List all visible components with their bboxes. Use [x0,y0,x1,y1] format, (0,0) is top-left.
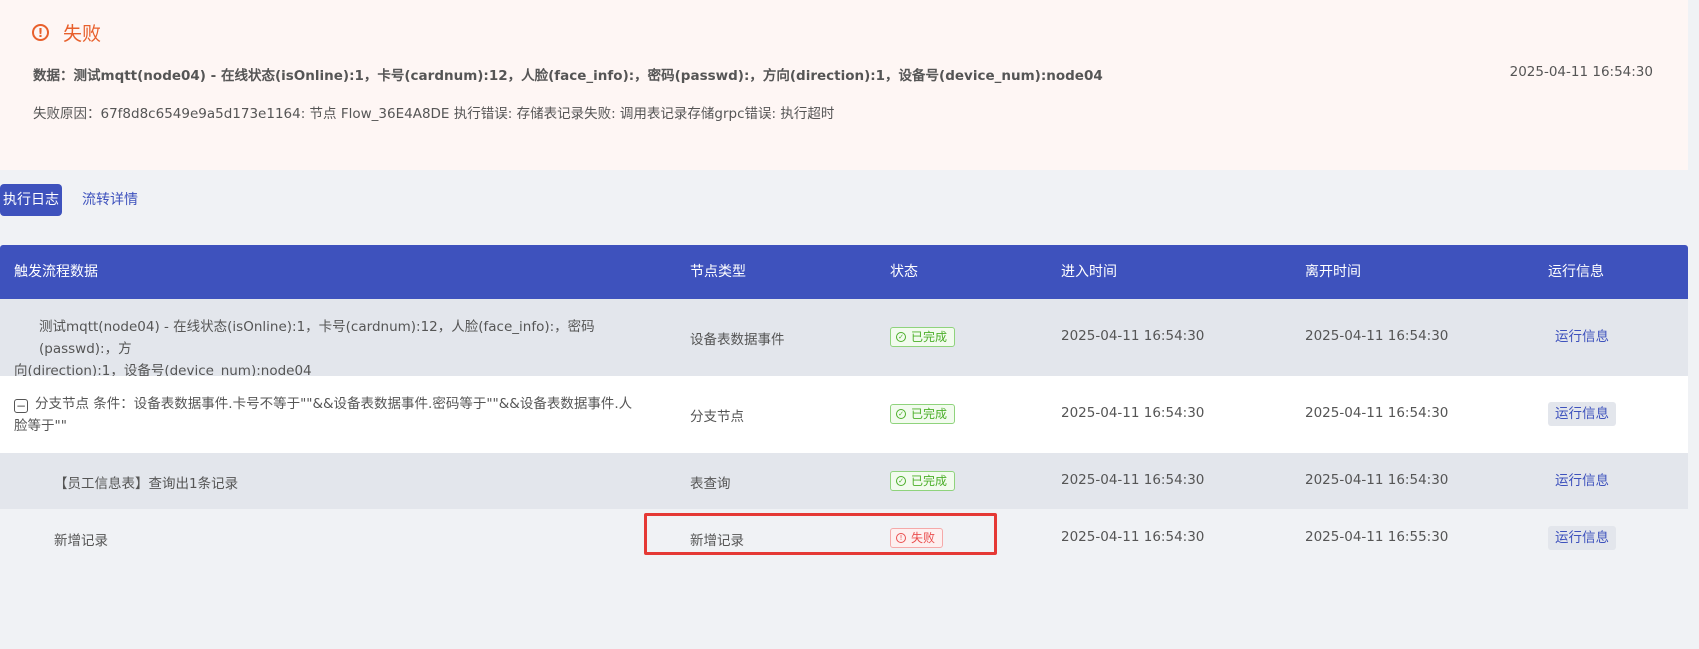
column-header-run-info: 运行信息 [1548,264,1604,280]
leave-time-cell: 2025-04-11 16:54:30 [1305,328,1449,344]
status-text: 已完成 [911,474,948,488]
trigger-data-line: 测试mqtt(node04) - 在线状态(isOnline):1，卡号(car… [39,319,595,357]
node-type-cell: 设备表数据事件 [690,332,785,348]
leave-time-cell: 2025-04-11 16:54:30 [1305,472,1449,488]
tab-execution-log[interactable]: 执行日志 [0,184,62,216]
status-badge: ✓ 已完成 [890,404,956,424]
trigger-data-cell: 【员工信息表】查询出1条记录 [54,476,239,492]
status-badge: ✓ 已完成 [890,471,956,491]
column-header-node-type: 节点类型 [690,264,746,280]
alert-title: 失败 [63,23,102,45]
leave-time-cell: 2025-04-11 16:55:30 [1305,529,1449,545]
run-info-button[interactable]: 运行信息 [1548,325,1616,349]
table-header: 触发流程数据 节点类型 状态 进入时间 离开时间 运行信息 [0,245,1688,299]
table-row: 【员工信息表】查询出1条记录 表查询 ✓ 已完成 2025-04-11 16:5… [0,453,1688,509]
column-header-trigger-data: 触发流程数据 [14,264,98,280]
enter-time-cell: 2025-04-11 16:54:30 [1061,405,1205,421]
node-type-cell: 表查询 [690,476,731,492]
column-header-leave-time: 离开时间 [1305,264,1361,280]
trigger-data-cell: 新增记录 [54,533,108,549]
status-text: 已完成 [911,407,948,421]
column-header-status: 状态 [890,264,918,280]
table-row: 测试mqtt(node04) - 在线状态(isOnline):1，卡号(car… [0,299,1688,379]
enter-time-cell: 2025-04-11 16:54:30 [1061,529,1205,545]
alert-timestamp: 2025-04-11 16:54:30 [1509,64,1653,80]
run-info-button[interactable]: 运行信息 [1548,402,1616,426]
enter-time-cell: 2025-04-11 16:54:30 [1061,328,1205,344]
alert-header: ! 失败 [32,19,101,46]
node-type-cell: 分支节点 [690,409,744,425]
trigger-data-line: − 分支节点 条件：设备表数据事件.卡号不等于""&&设备表数据事件.密码等于""… [14,393,664,415]
run-info-button[interactable]: 运行信息 [1548,526,1616,550]
enter-time-cell: 2025-04-11 16:54:30 [1061,472,1205,488]
status-text: 已完成 [911,330,948,344]
check-circle-icon: ✓ [896,409,906,419]
tab-flow-details[interactable]: 流转详情 [82,184,138,216]
trigger-data-cell: − 分支节点 条件：设备表数据事件.卡号不等于""&&设备表数据事件.密码等于""… [14,393,664,437]
collapse-icon[interactable]: − [14,399,28,413]
alert-failure-reason: 失败原因：67f8d8c6549e9a5d173e1164: 节点 Flow_3… [33,106,835,122]
run-info-button[interactable]: 运行信息 [1548,469,1616,493]
check-circle-icon: ✓ [896,332,906,342]
alert-circle-icon: ! [32,24,49,41]
trigger-data-line: 脸等于"" [14,418,67,434]
table-row: − 分支节点 条件：设备表数据事件.卡号不等于""&&设备表数据事件.密码等于""… [0,376,1688,453]
alert-data-text: 数据：测试mqtt(node04) - 在线状态(isOnline):1，卡号(… [33,68,1103,84]
branch-condition-text: 分支节点 条件：设备表数据事件.卡号不等于""&&设备表数据事件.密码等于""&… [35,396,633,412]
column-header-enter-time: 进入时间 [1061,264,1117,280]
leave-time-cell: 2025-04-11 16:54:30 [1305,405,1449,421]
check-circle-icon: ✓ [896,476,906,486]
trigger-data-cell: 测试mqtt(node04) - 在线状态(isOnline):1，卡号(car… [14,316,664,382]
status-badge: ✓ 已完成 [890,327,956,347]
highlight-box [644,513,997,555]
failure-alert: ! 失败 数据：测试mqtt(node04) - 在线状态(isOnline):… [0,0,1688,170]
